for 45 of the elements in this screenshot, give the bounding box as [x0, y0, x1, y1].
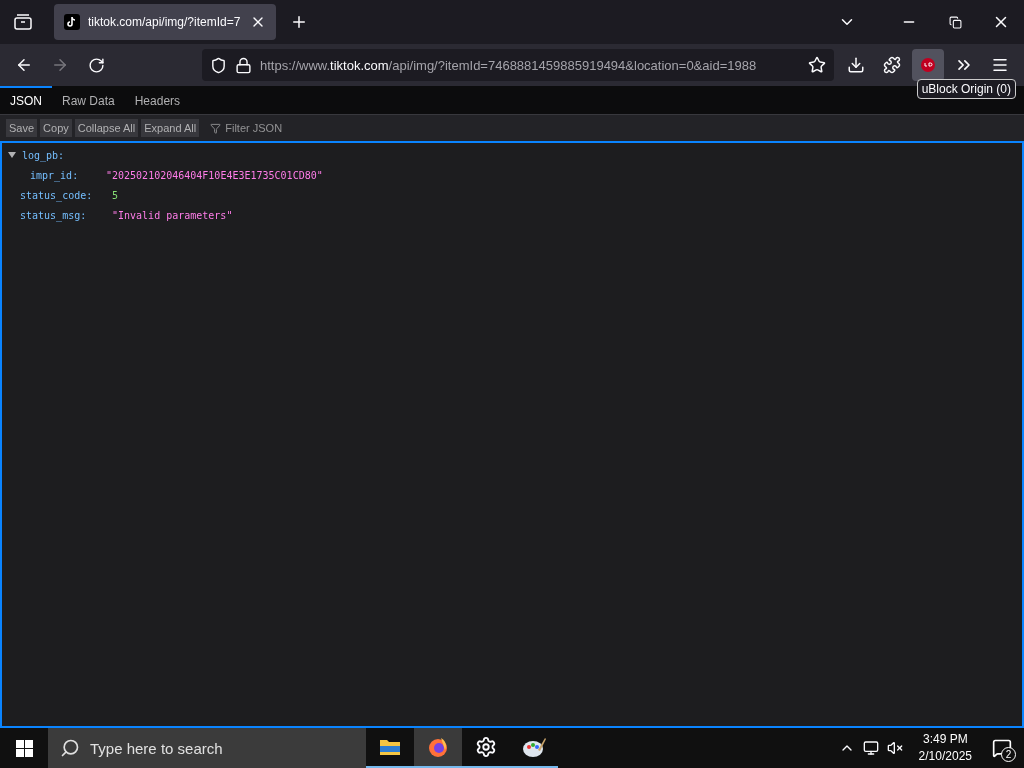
lock-icon[interactable] [235, 56, 252, 74]
restore-icon[interactable] [948, 15, 962, 29]
shield-badge-icon[interactable] [920, 57, 936, 73]
clock[interactable]: 3:49 PM 2/10/2025 [918, 731, 972, 765]
tab-list-icon[interactable] [14, 14, 32, 30]
expand-toggle-icon[interactable] [8, 152, 16, 158]
json-value: "202502102046404F10E4E3E1735C01CD80" [106, 169, 323, 181]
network-icon[interactable] [862, 740, 879, 756]
browser-icon[interactable] [427, 736, 449, 758]
forward-icon[interactable] [51, 56, 69, 74]
viewer-tab[interactable]: Headers [124, 86, 191, 114]
toolbar-button[interactable]: Copy [40, 119, 72, 137]
json-key: status_code: [20, 189, 112, 201]
muted-speaker-icon[interactable] [886, 740, 903, 756]
browser-tab[interactable]: tiktok.com/api/img/?itemId=7 [54, 4, 276, 40]
new-tab-icon[interactable] [290, 13, 308, 31]
tiktok-icon [64, 14, 80, 30]
filter-field[interactable]: Filter JSON [210, 122, 283, 134]
back-icon[interactable] [15, 56, 33, 74]
reload-icon[interactable] [87, 56, 105, 74]
folder-icon[interactable] [379, 738, 401, 756]
notifications-button[interactable]: 2 [988, 734, 1016, 762]
star-icon[interactable] [808, 56, 826, 74]
toolbar-button[interactable]: Save [6, 119, 38, 137]
windows-logo-icon[interactable] [15, 739, 33, 757]
palette-icon[interactable] [522, 736, 546, 758]
json-value: 5 [112, 189, 119, 201]
settings-icon[interactable] [475, 736, 497, 758]
toolbar-button[interactable]: Collapse All [74, 119, 139, 137]
download-icon[interactable] [847, 56, 865, 74]
toolbar-button[interactable]: Expand All [141, 119, 200, 137]
puzzle-icon[interactable] [883, 56, 901, 74]
json-key: log_pb: [22, 149, 114, 161]
filter-icon [210, 122, 222, 134]
menu-icon[interactable] [991, 56, 1009, 74]
viewer-tab[interactable]: Raw Data [52, 86, 125, 114]
json-key: status_msg: [20, 209, 112, 221]
shield-icon[interactable] [210, 56, 227, 74]
search-icon [60, 738, 80, 758]
tooltip: uBlock Origin (0) [916, 79, 1016, 99]
tab-title: tiktok.com/api/img/?itemId=7 [88, 15, 242, 29]
address-bar[interactable]: https://www.tiktok.com/api/img/?itemId=7468881459885919494&location=0&aid=1988 [202, 49, 834, 81]
taskbar-search-field[interactable]: Type here to search [48, 728, 366, 768]
json-value: "Invalid parameters" [112, 209, 233, 221]
json-key: impr_id: [30, 169, 106, 181]
